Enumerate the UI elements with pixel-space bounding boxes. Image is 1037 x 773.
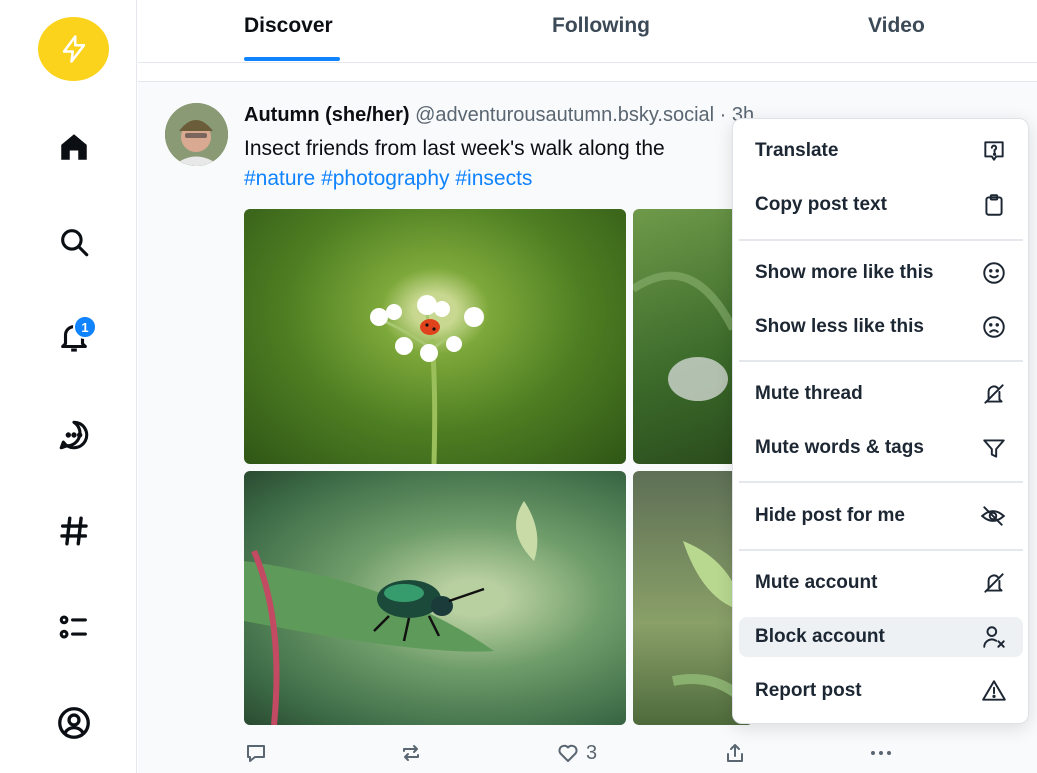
smile-icon <box>983 262 1005 284</box>
handle[interactable]: @adventurousautumn.bsky.social · 3h <box>415 104 754 126</box>
share-button[interactable] <box>723 740 747 766</box>
sidebar: 1 <box>0 0 137 773</box>
post-image-beetle[interactable] <box>244 471 626 725</box>
menu-item-block-account[interactable]: Block account <box>739 617 1023 657</box>
menu-item-translate[interactable]: Translate <box>739 131 1023 171</box>
menu-item-mute-words[interactable]: Mute words & tags <box>739 428 1023 468</box>
sidebar-item-feeds[interactable] <box>54 511 94 551</box>
sidebar-item-lists[interactable] <box>54 607 94 647</box>
block-person-icon <box>983 626 1005 648</box>
menu-divider <box>739 239 1023 241</box>
mute-icon <box>984 384 1004 404</box>
tab-video[interactable]: Video <box>868 14 925 38</box>
sidebar-item-home[interactable] <box>54 127 94 167</box>
post-options-menu: Translate Copy post text Show more like … <box>732 118 1029 724</box>
menu-item-copy-text[interactable]: Copy post text <box>739 185 1023 225</box>
filter-icon <box>983 439 1005 458</box>
hash-icon <box>60 516 88 546</box>
user-circle-icon <box>58 707 90 739</box>
reply-button[interactable] <box>244 740 268 766</box>
menu-divider <box>739 549 1023 551</box>
post-text: Insect friends from last week's walk alo… <box>244 137 665 160</box>
home-icon <box>61 134 87 160</box>
tag-link[interactable]: #insects <box>455 167 532 190</box>
repost-button[interactable] <box>399 740 423 766</box>
menu-item-mute-thread[interactable]: Mute thread <box>739 374 1023 414</box>
list-icon <box>59 615 87 639</box>
logo[interactable] <box>38 17 109 81</box>
translate-icon <box>984 141 1004 161</box>
share-icon <box>727 744 743 762</box>
tab-discover[interactable]: Discover <box>244 14 333 38</box>
menu-divider <box>739 360 1023 362</box>
mute-icon <box>984 573 1004 593</box>
notification-badge: 1 <box>73 315 97 339</box>
tag-link[interactable]: #nature <box>244 167 315 190</box>
menu-item-show-more[interactable]: Show more like this <box>739 253 1023 293</box>
menu-item-hide-post[interactable]: Hide post for me <box>739 496 1023 536</box>
chat-icon <box>59 420 89 450</box>
search-icon <box>61 229 89 257</box>
display-name[interactable]: Autumn (she/her) <box>244 104 410 126</box>
lightning-icon <box>62 35 85 63</box>
active-tab-indicator <box>244 57 340 61</box>
menu-divider <box>739 481 1023 483</box>
like-button[interactable]: 3 <box>556 740 597 766</box>
ellipsis-icon <box>871 751 891 755</box>
repost-icon <box>403 745 419 761</box>
warning-icon <box>982 680 1006 701</box>
like-count: 3 <box>586 741 598 764</box>
post-tags: #nature #photography #insects <box>244 167 532 191</box>
comment-icon <box>247 745 265 762</box>
clipboard-icon <box>985 194 1003 216</box>
post-image-ladybug[interactable] <box>244 209 626 464</box>
sidebar-item-profile[interactable] <box>54 703 94 743</box>
heart-icon <box>558 744 578 762</box>
menu-item-mute-account[interactable]: Mute account <box>739 563 1023 603</box>
tag-link[interactable]: #photography <box>321 167 449 190</box>
eye-off-icon <box>980 506 1006 526</box>
frown-icon <box>983 316 1005 338</box>
sidebar-item-chat[interactable] <box>54 415 94 455</box>
menu-item-show-less[interactable]: Show less like this <box>739 307 1023 347</box>
more-options-button[interactable] <box>868 740 894 766</box>
tab-following[interactable]: Following <box>552 14 650 38</box>
sidebar-item-search[interactable] <box>54 222 94 262</box>
menu-item-report-post[interactable]: Report post <box>739 671 1023 711</box>
post-author: Autumn (she/her) @adventurousautumn.bsky… <box>244 104 754 127</box>
avatar[interactable] <box>165 103 228 166</box>
